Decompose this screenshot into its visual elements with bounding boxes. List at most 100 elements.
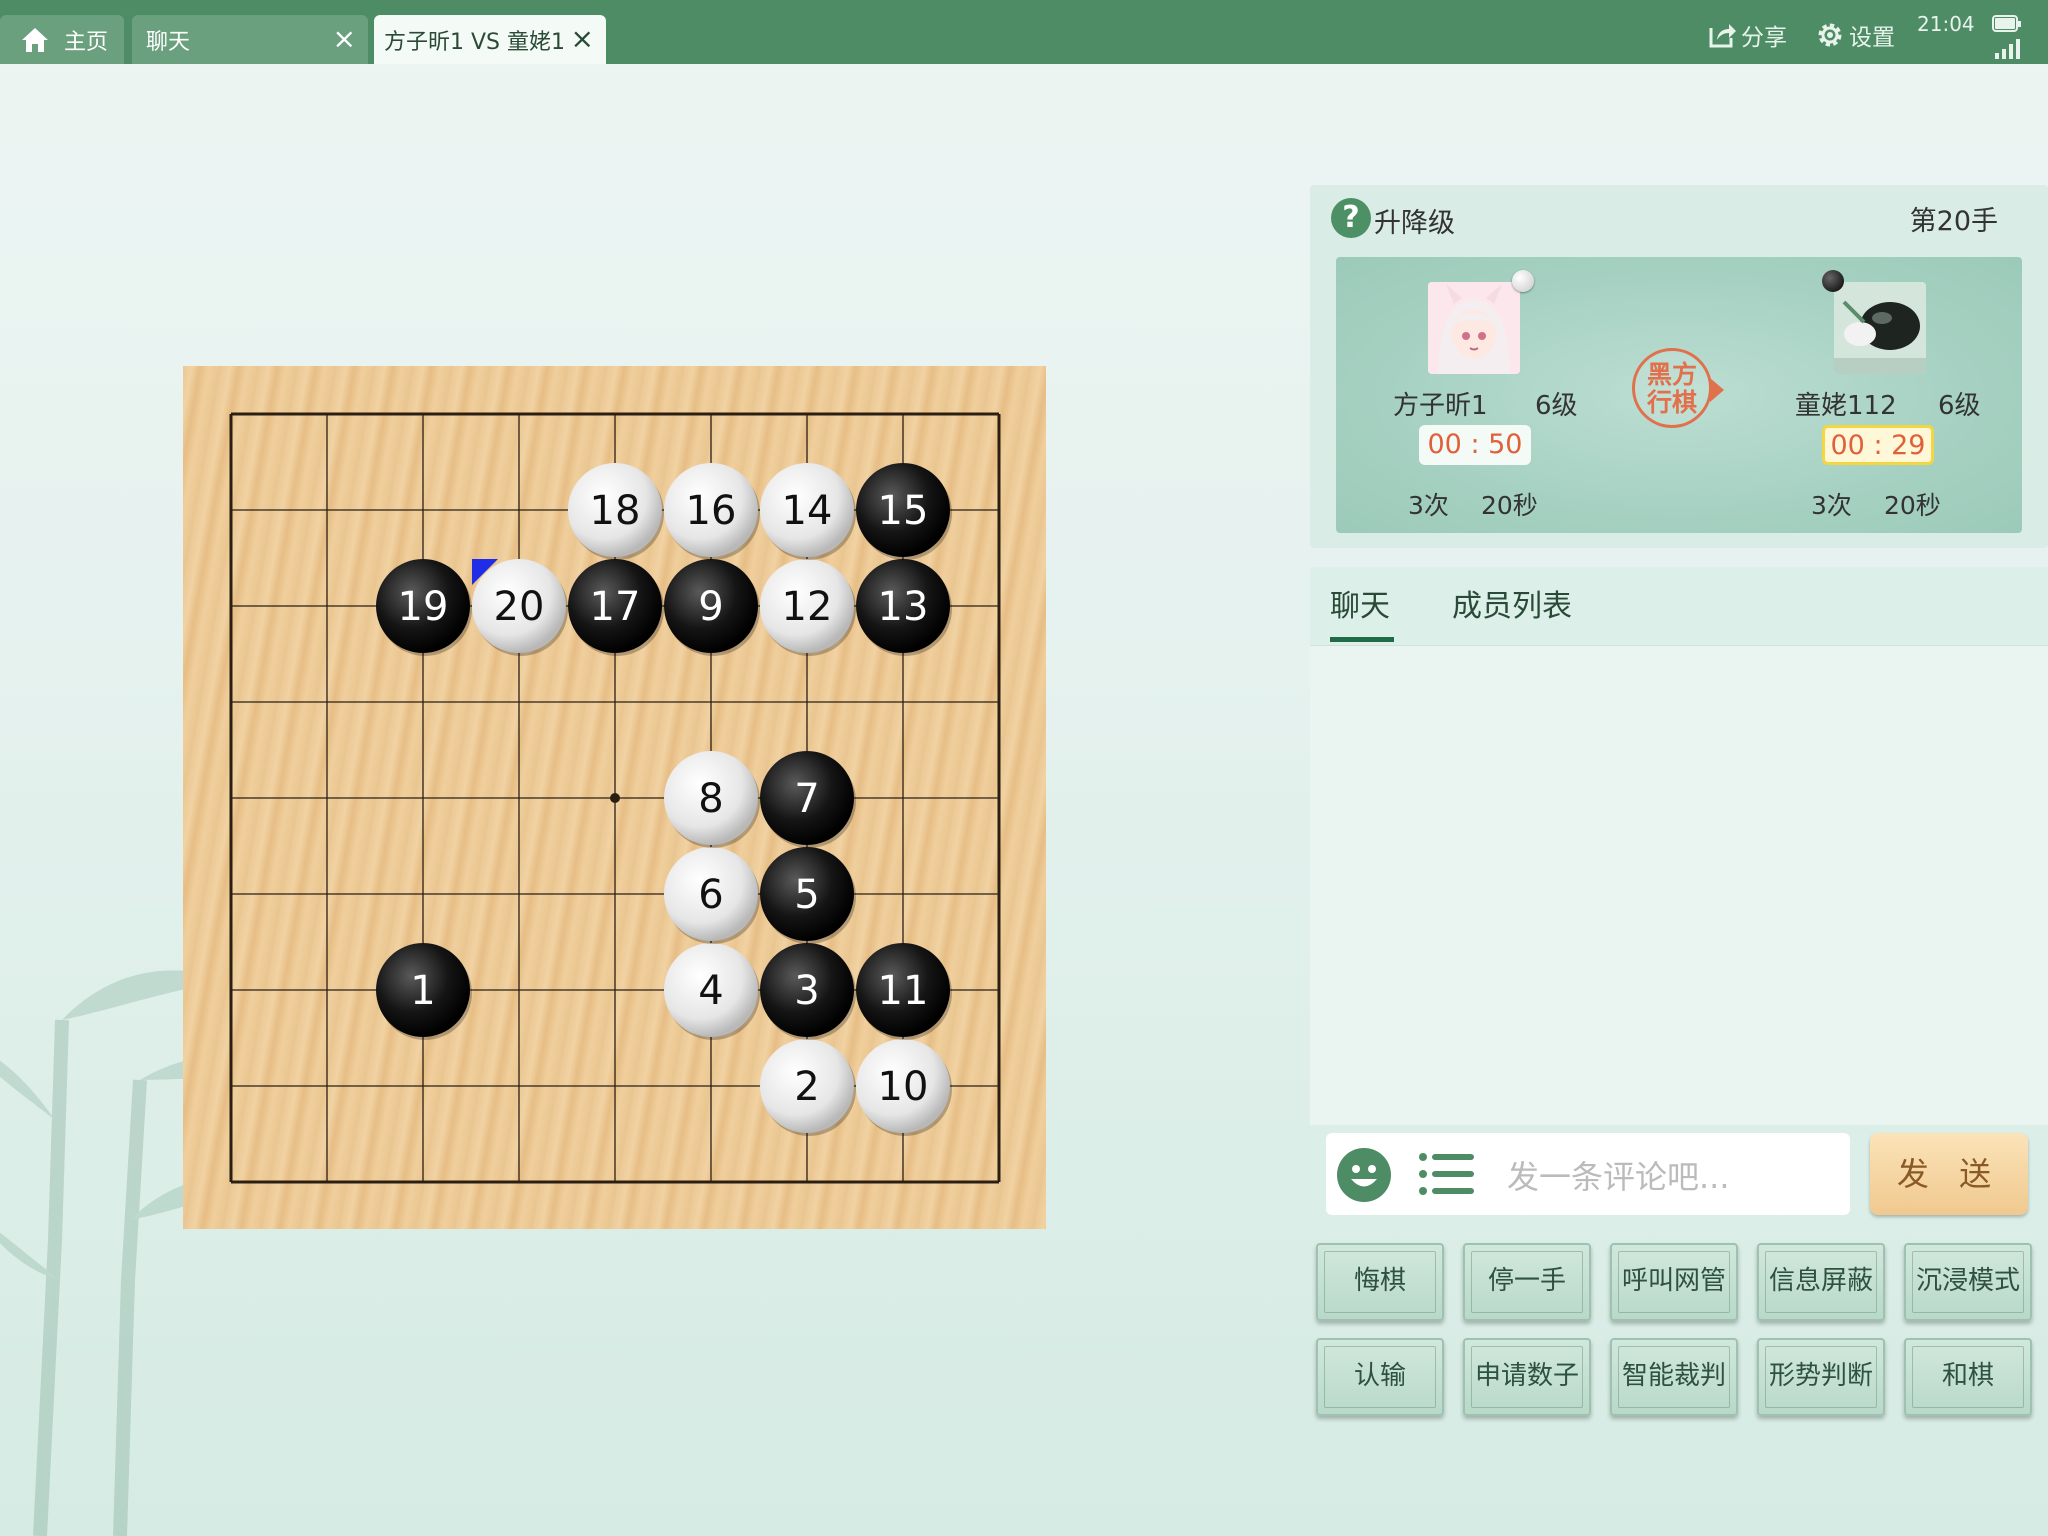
- stone-number: 20: [494, 584, 545, 630]
- immersive-mode-button[interactable]: 沉浸模式: [1904, 1243, 2032, 1321]
- comment-placeholder: 发一条评论吧...: [1507, 1158, 1730, 1196]
- stone-number: 8: [698, 776, 723, 822]
- stone-white[interactable]: 18: [568, 463, 664, 560]
- stone-number: 2: [794, 1064, 819, 1110]
- position-evaluation-button[interactable]: 形势判断: [1757, 1338, 1885, 1416]
- stone-black[interactable]: 3: [760, 943, 856, 1040]
- stone-white[interactable]: 4: [664, 943, 760, 1040]
- tab-home[interactable]: 主页: [0, 15, 124, 64]
- signal-icon: [1995, 39, 2020, 59]
- share-icon: [1709, 24, 1736, 48]
- request-count-button[interactable]: 申请数子: [1463, 1338, 1591, 1416]
- chat-messages-area[interactable]: [1310, 646, 2048, 1125]
- stone-white[interactable]: 12: [760, 559, 856, 656]
- white-player-timer: 00 : 50: [1419, 425, 1531, 465]
- stone-number: 14: [782, 488, 833, 534]
- move-counter: 第20手: [1909, 206, 1998, 237]
- stone-white[interactable]: 14: [760, 463, 856, 560]
- chat-tabs: 聊天 成员列表: [1310, 567, 2048, 646]
- chat-panel: 聊天 成员列表: [1310, 567, 2048, 1125]
- stone-number: 17: [590, 584, 641, 630]
- stone-number: 7: [794, 776, 819, 822]
- resign-button[interactable]: 认输: [1316, 1338, 1444, 1416]
- stone-white[interactable]: 20: [472, 559, 568, 656]
- anime-girl-avatar-icon: [1428, 282, 1520, 374]
- top-bar: 主页 聊天 × 方子昕1 VS 童姥1 × 分享 设置 21:04: [0, 0, 2048, 64]
- stone-black[interactable]: 15: [856, 463, 952, 560]
- stone-number: 5: [794, 872, 819, 918]
- stone-number: 18: [590, 488, 641, 534]
- active-tab-indicator: [1330, 637, 1394, 642]
- stone-number: 10: [878, 1064, 929, 1110]
- stone-black[interactable]: 7: [760, 751, 856, 848]
- stone-white[interactable]: 16: [664, 463, 760, 560]
- black-player-timer: 00 : 29: [1822, 425, 1934, 465]
- stone-black[interactable]: 5: [760, 847, 856, 944]
- black-byoyomi-time: 20秒: [1884, 491, 1941, 520]
- tab-chat[interactable]: 聊天 ×: [132, 15, 368, 64]
- black-player-rank: 6级: [1938, 391, 1981, 421]
- stone-number: 11: [878, 968, 929, 1014]
- tab-home-label: 主页: [64, 29, 109, 55]
- stone-white[interactable]: 6: [664, 847, 760, 944]
- turn-stamp-line1: 黑方: [1646, 360, 1697, 389]
- tab-game-label: 方子昕1 VS 童姥1: [384, 29, 565, 55]
- send-button[interactable]: 发 送: [1870, 1133, 2028, 1215]
- help-icon[interactable]: ?: [1331, 198, 1371, 238]
- share-label: 分享: [1741, 25, 1787, 51]
- ai-judge-button[interactable]: 智能裁判: [1610, 1338, 1738, 1416]
- tab-member-list[interactable]: 成员列表: [1452, 581, 1572, 625]
- stone-number: 12: [782, 584, 833, 630]
- stone-number: 6: [698, 872, 723, 918]
- stone-number: 4: [698, 968, 723, 1014]
- turn-arrow-icon: [1710, 378, 1724, 402]
- stone-white[interactable]: 2: [760, 1039, 856, 1136]
- settings-label: 设置: [1849, 25, 1895, 51]
- stone-black[interactable]: 1: [376, 943, 472, 1040]
- turn-indicator-stamp: 黑方 行棋: [1632, 348, 1712, 428]
- block-messages-button[interactable]: 信息屏蔽: [1757, 1243, 1885, 1321]
- close-icon[interactable]: ×: [333, 25, 356, 53]
- call-admin-button[interactable]: 呼叫网管: [1610, 1243, 1738, 1321]
- stone-number: 19: [398, 584, 449, 630]
- white-stone-icon: [1512, 270, 1534, 292]
- gear-icon: [1818, 23, 1842, 47]
- white-player-name: 方子昕1: [1393, 391, 1488, 421]
- stone-number: 1: [410, 968, 435, 1014]
- black-player-name: 童姥112: [1795, 391, 1897, 421]
- turn-stamp-line2: 行棋: [1646, 388, 1697, 417]
- board-grid[interactable]: 123456789101112 1314 1516171819 20: [183, 366, 1046, 1229]
- stone-number: 3: [794, 968, 819, 1014]
- stone-black[interactable]: 13: [856, 559, 952, 656]
- avatar-white-player[interactable]: [1428, 282, 1520, 374]
- tab-chat-messages[interactable]: 聊天: [1330, 581, 1390, 625]
- tab-chat-label: 聊天: [146, 29, 191, 55]
- home-icon: [22, 27, 48, 52]
- go-stones-avatar-icon: [1834, 282, 1926, 374]
- go-board[interactable]: 1 2 3 4 5 6 7 8 9 10 11 12 13 14 15 16 17 18 19 20: [183, 366, 1046, 1229]
- draw-button[interactable]: 和棋: [1904, 1338, 2032, 1416]
- pass-button[interactable]: 停一手: [1463, 1243, 1591, 1321]
- share-button[interactable]: 分享: [1707, 18, 1787, 52]
- white-byoyomi-time: 20秒: [1481, 491, 1538, 520]
- emoji-icon[interactable]: [1337, 1148, 1391, 1202]
- black-stone-icon: [1822, 270, 1844, 292]
- quick-phrase-list-icon[interactable]: [1418, 1151, 1474, 1197]
- avatar-black-player[interactable]: [1834, 282, 1926, 374]
- stone-white[interactable]: 8: [664, 751, 760, 848]
- stone-black[interactable]: 17: [568, 559, 664, 656]
- stone-white[interactable]: 10: [856, 1039, 952, 1136]
- star-point: [610, 793, 620, 803]
- stone-black[interactable]: 9: [664, 559, 760, 656]
- black-byoyomi-count: 3次: [1811, 491, 1852, 520]
- stone-number: 16: [686, 488, 737, 534]
- tab-game[interactable]: 方子昕1 VS 童姥1 ×: [374, 15, 606, 64]
- stone-black[interactable]: 11: [856, 943, 952, 1040]
- stone-black[interactable]: 19: [376, 559, 472, 656]
- stone-number: 15: [878, 488, 929, 534]
- white-player-rank: 6级: [1535, 391, 1578, 421]
- undo-button[interactable]: 悔棋: [1316, 1243, 1444, 1321]
- close-icon[interactable]: ×: [571, 25, 594, 53]
- battery-icon: [1992, 15, 2021, 32]
- settings-button[interactable]: 设置: [1815, 18, 1895, 52]
